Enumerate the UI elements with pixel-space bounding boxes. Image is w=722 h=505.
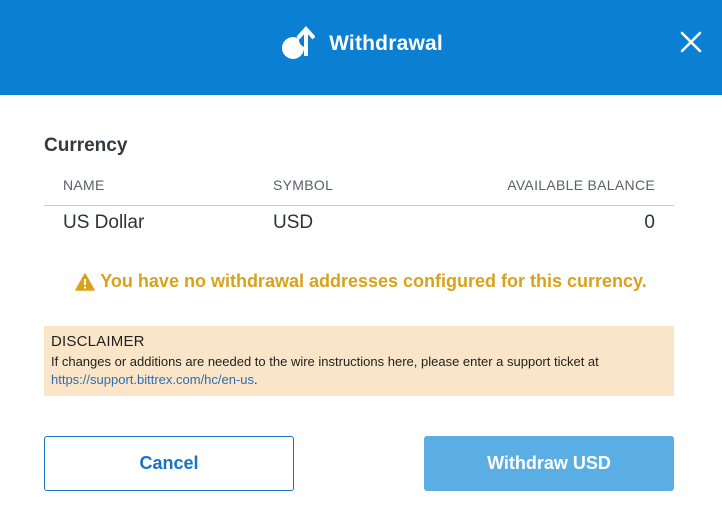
support-link[interactable]: https://support.bittrex.com/hc/en-us bbox=[51, 372, 254, 387]
currency-symbol: USD bbox=[273, 212, 314, 233]
cancel-button[interactable]: Cancel bbox=[44, 436, 294, 491]
column-header-balance: AVAILABLE BALANCE bbox=[507, 177, 655, 193]
column-header-name: NAME bbox=[63, 177, 105, 193]
disclaimer-trailing: . bbox=[254, 372, 258, 387]
warning-text: You have no withdrawal addresses configu… bbox=[100, 271, 647, 291]
withdrawal-modal: Withdrawal Currency NAME SYMBOL AVAILABL… bbox=[0, 0, 722, 505]
disclaimer-body: If changes or additions are needed to th… bbox=[51, 354, 599, 369]
modal-title: Withdrawal bbox=[329, 32, 443, 55]
warning-message: You have no withdrawal addresses configu… bbox=[0, 271, 722, 292]
modal-header: Withdrawal bbox=[0, 0, 722, 95]
close-icon[interactable] bbox=[676, 27, 706, 57]
disclaimer-title: DISCLAIMER bbox=[51, 333, 145, 350]
disclaimer-text: If changes or additions are needed to th… bbox=[51, 353, 667, 389]
table-divider bbox=[44, 205, 674, 206]
header-title-group: Withdrawal bbox=[0, 0, 722, 88]
currency-section-label: Currency bbox=[44, 135, 128, 156]
currency-name: US Dollar bbox=[63, 212, 145, 233]
withdraw-button-label: Withdraw USD bbox=[487, 453, 611, 473]
withdraw-button[interactable]: Withdraw USD bbox=[424, 436, 674, 491]
warning-icon bbox=[75, 272, 96, 291]
disclaimer-box: DISCLAIMER If changes or additions are n… bbox=[44, 326, 674, 396]
currency-balance: 0 bbox=[644, 212, 655, 233]
withdrawal-icon bbox=[282, 26, 316, 59]
column-header-symbol: SYMBOL bbox=[273, 177, 334, 193]
cancel-button-label: Cancel bbox=[139, 453, 199, 473]
